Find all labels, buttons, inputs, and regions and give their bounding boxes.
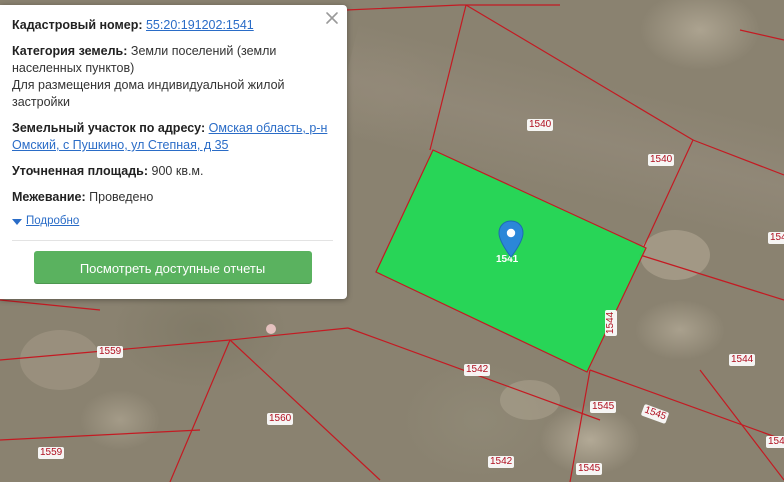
parcel-label[interactable]: 1559 [38,447,65,459]
parcel-label[interactable]: 1542 [464,364,491,376]
survey-value: Проведено [89,190,154,204]
boundary-line [169,327,349,482]
land-category-label: Категория земель: [12,44,128,58]
boundary-line [639,254,784,301]
cadastral-number-row: Кадастровый номер: 55:20:191202:1541 [12,17,333,34]
map-view[interactable]: 1540 1540 1544 1559 1542 1544 1545 1545 … [0,0,784,482]
boundary-line [429,4,467,151]
close-icon[interactable] [325,11,339,25]
parcel-label[interactable]: 1544 [729,354,756,366]
boundary-line [229,339,381,481]
cadastral-number-label: Кадастровый номер: [12,18,143,32]
boundary-line [699,369,784,481]
parcel-label[interactable]: 1540 [527,119,554,131]
boundary-line [0,299,101,311]
address-label: Земельный участок по адресу: [12,121,206,135]
parcel-label[interactable]: 1560 [267,413,294,425]
triangle-down-icon [12,218,22,225]
parcel-label[interactable]: 1545 [576,463,603,475]
boundary-line [0,429,201,441]
land-usage-value: Для размещения дома индивидуальной жилой… [12,78,285,109]
parcel-label[interactable]: 1540 [648,154,675,166]
details-link[interactable]: Подробно [26,213,79,230]
area-row: Уточненная площадь: 900 кв.м. [12,163,333,180]
details-toggle[interactable]: Подробно [12,213,333,230]
parcel-label[interactable]: 1545 [590,401,617,413]
area-label: Уточненная площадь: [12,164,149,178]
survey-row: Межевание: Проведено [12,189,333,206]
boundary-line [589,369,784,441]
address-row: Земельный участок по адресу: Омская обла… [12,120,333,154]
survey-label: Межевание: [12,190,86,204]
parcel-label[interactable]: 1545 [766,436,784,448]
boundary-line [739,29,784,41]
parcel-info-popup: Кадастровый номер: 55:20:191202:1541 Кат… [0,5,347,299]
boundary-line [692,139,784,176]
divider [12,240,333,241]
boundary-line [345,4,560,11]
parcel-label[interactable]: 1544 [605,309,617,336]
cadastral-number-link[interactable]: 55:20:191202:1541 [146,18,254,32]
land-category-row: Категория земель: Земли поселений (земли… [12,43,333,111]
parcel-label[interactable]: 1559 [97,346,124,358]
parcel-label[interactable]: 1542 [488,456,515,468]
view-reports-button[interactable]: Посмотреть доступные отчеты [33,251,312,284]
parcel-label[interactable]: 1544 [768,232,784,244]
map-pin-icon[interactable] [498,220,524,258]
area-value: 900 кв.м. [151,164,204,178]
